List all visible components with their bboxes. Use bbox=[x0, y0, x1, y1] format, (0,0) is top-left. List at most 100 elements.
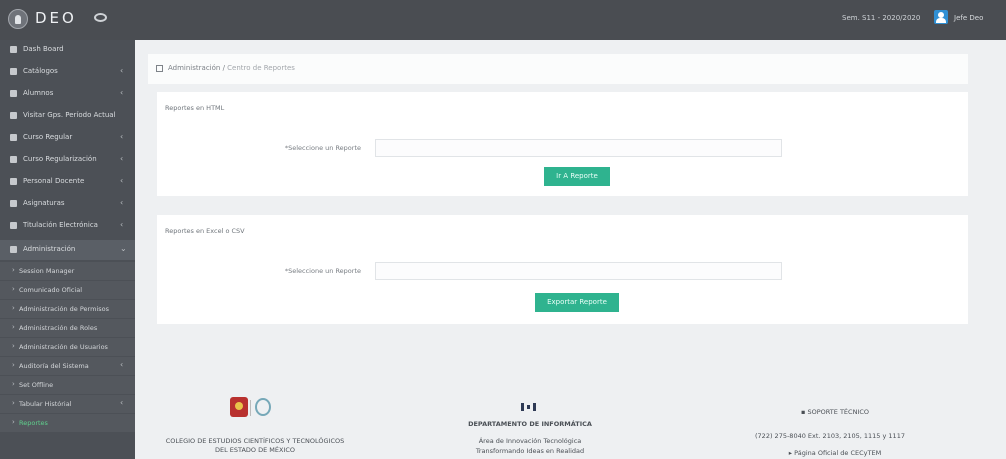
sidebar-item-catalogos[interactable]: Catálogos ‹ bbox=[0, 62, 135, 82]
sidebar-item-visitar-gps[interactable]: Visitar Gps. Período Actual bbox=[0, 106, 135, 126]
chevron-left-icon: ‹ bbox=[120, 360, 124, 369]
sub-item-label: Reportes bbox=[19, 419, 48, 427]
chevron-left-icon: ‹ bbox=[120, 398, 124, 407]
department-logo-icon bbox=[521, 403, 537, 411]
chevron-left-icon: ‹ bbox=[120, 198, 124, 207]
institution-name-line1: COLEGIO DE ESTUDIOS CIENTÍFICOS Y TECNOL… bbox=[165, 437, 345, 445]
sidebar-item-dashboard[interactable]: Dash Board bbox=[0, 40, 135, 60]
book-icon bbox=[10, 200, 17, 207]
sidebar-item-asignaturas[interactable]: Asignaturas ‹ bbox=[0, 194, 135, 214]
department-name: DEPARTAMENTO DE INFORMÁTICA bbox=[468, 420, 592, 428]
edit-icon bbox=[10, 134, 17, 141]
sub-item-label: Administración de Usuarios bbox=[19, 343, 108, 351]
sub-item-auditoria[interactable]: › Auditoría del Sistema ‹ bbox=[0, 357, 135, 375]
chevron-left-icon: ‹ bbox=[120, 88, 124, 97]
bullet-icon: › bbox=[12, 399, 15, 407]
sub-item-label: Administración de Roles bbox=[19, 324, 98, 332]
admin-icon bbox=[10, 246, 17, 253]
students-icon bbox=[10, 90, 17, 97]
home-icon[interactable] bbox=[156, 65, 163, 72]
sidebar-item-label: Titulación Electrónica bbox=[23, 221, 98, 229]
user-name[interactable]: Jefe Deo bbox=[954, 14, 983, 22]
export-report-button[interactable]: Exportar Reporte bbox=[535, 293, 619, 312]
csv-report-select[interactable] bbox=[375, 262, 782, 280]
sidebar-item-curso-regularizacion[interactable]: Curso Regularización ‹ bbox=[0, 150, 135, 170]
sidebar-item-curso-regular[interactable]: Curso Regular ‹ bbox=[0, 128, 135, 148]
sidebar-item-label: Curso Regular bbox=[23, 133, 73, 141]
institution-seal-icon bbox=[255, 398, 271, 416]
app-logo-icon bbox=[8, 9, 28, 29]
chevron-down-icon: ⌄ bbox=[120, 244, 127, 253]
go-to-report-button[interactable]: Ir A Reporte bbox=[544, 167, 610, 186]
sidebar-item-titulacion[interactable]: Titulación Electrónica ‹ bbox=[0, 216, 135, 236]
official-site-text: Página Oficial de CECyTEM bbox=[794, 449, 882, 457]
bullet-icon: › bbox=[12, 266, 15, 274]
sidebar-item-label: Curso Regularización bbox=[23, 155, 97, 163]
sub-item-permisos[interactable]: › Administración de Permisos bbox=[0, 300, 135, 318]
report-select-label: *Seleccione un Reporte bbox=[284, 144, 361, 152]
html-reports-panel: Reportes en HTML *Seleccione un Reporte … bbox=[157, 92, 968, 196]
chevron-left-icon: ‹ bbox=[120, 154, 124, 163]
breadcrumb-text: Administración / Centro de Reportes bbox=[168, 64, 295, 72]
sidebar-item-label: Administración bbox=[23, 245, 76, 253]
support-title: ▪ SOPORTE TÉCNICO bbox=[760, 408, 910, 416]
term-info: Sem. S11 - 2020/2020 bbox=[842, 14, 921, 22]
sidebar-item-label: Visitar Gps. Período Actual bbox=[23, 111, 116, 119]
chevron-left-icon: ‹ bbox=[120, 132, 124, 141]
breadcrumb-current: Centro de Reportes bbox=[227, 64, 295, 72]
chevron-left-icon: ‹ bbox=[120, 176, 124, 185]
breadcrumb-separator: / bbox=[222, 64, 225, 72]
sub-item-label: Set Offline bbox=[19, 381, 54, 389]
sidebar-item-personal-docente[interactable]: Personal Docente ‹ bbox=[0, 172, 135, 192]
chevron-left-icon: ‹ bbox=[120, 220, 124, 229]
official-site-link[interactable]: ▸ Página Oficial de CECyTEM bbox=[760, 449, 910, 457]
sub-item-label: Administración de Permisos bbox=[19, 305, 109, 313]
report-select-label: *Seleccione un Reporte bbox=[284, 267, 361, 275]
bullet-icon: › bbox=[12, 380, 15, 388]
diploma-icon bbox=[10, 222, 17, 229]
sidebar-item-label: Dash Board bbox=[23, 45, 64, 53]
bullet-icon: › bbox=[12, 342, 15, 350]
department-area: Área de Innovación Tecnológica bbox=[478, 437, 582, 445]
bullet-icon: › bbox=[12, 418, 15, 426]
logo-divider bbox=[250, 400, 251, 416]
catalog-icon bbox=[10, 68, 17, 75]
sub-item-set-offline[interactable]: › Set Offline bbox=[0, 376, 135, 394]
department-slogan: Transformando Ideas en Realidad bbox=[475, 447, 585, 455]
panel-title: Reportes en HTML bbox=[165, 104, 225, 112]
sidebar-item-administracion[interactable]: Administración ⌄ bbox=[0, 240, 135, 260]
bullet-icon: › bbox=[12, 323, 15, 331]
bullet-icon: › bbox=[12, 304, 15, 312]
sub-item-reportes[interactable]: › Reportes bbox=[0, 414, 135, 432]
sub-item-label: Session Manager bbox=[19, 267, 75, 275]
teacher-icon bbox=[10, 178, 17, 185]
sub-item-roles[interactable]: › Administración de Roles bbox=[0, 319, 135, 337]
top-bar: DEO Sem. S11 - 2020/2020 Jefe Deo bbox=[0, 0, 1006, 40]
sub-item-session-manager[interactable]: › Session Manager bbox=[0, 262, 135, 280]
support-phone: (722) 275-8040 Ext. 2103, 2105, 1115 y 1… bbox=[755, 432, 905, 440]
panel-title: Reportes en Excel o CSV bbox=[165, 227, 245, 235]
institution-name-line2: DEL ESTADO DE MÉXICO bbox=[214, 446, 296, 454]
chevron-left-icon: ‹ bbox=[120, 66, 124, 75]
groups-icon bbox=[10, 112, 17, 119]
sub-item-label: Auditoría del Sistema bbox=[19, 362, 89, 370]
sub-item-comunicado[interactable]: › Comunicado Oficial bbox=[0, 281, 135, 299]
dashboard-icon bbox=[10, 46, 17, 53]
sidebar-item-label: Catálogos bbox=[23, 67, 58, 75]
sub-item-tabular-historial[interactable]: › Tabular Histórial ‹ bbox=[0, 395, 135, 413]
html-report-select[interactable] bbox=[375, 139, 782, 157]
state-emblem-icon bbox=[230, 397, 248, 417]
breadcrumb-section[interactable]: Administración bbox=[168, 64, 220, 72]
user-avatar-icon[interactable] bbox=[934, 10, 948, 24]
tools-icon bbox=[10, 156, 17, 163]
sidebar-item-alumnos[interactable]: Alumnos ‹ bbox=[0, 84, 135, 104]
menu-toggle-icon[interactable] bbox=[94, 13, 107, 22]
breadcrumb: Administración / Centro de Reportes bbox=[148, 54, 968, 84]
csv-reports-panel: Reportes en Excel o CSV *Seleccione un R… bbox=[157, 215, 968, 324]
sub-item-usuarios[interactable]: › Administración de Usuarios bbox=[0, 338, 135, 356]
sidebar-item-label: Personal Docente bbox=[23, 177, 85, 185]
sidebar-item-label: Alumnos bbox=[23, 89, 54, 97]
sidebar-item-label: Asignaturas bbox=[23, 199, 65, 207]
sub-item-label: Comunicado Oficial bbox=[19, 286, 82, 294]
bullet-icon: › bbox=[12, 285, 15, 293]
